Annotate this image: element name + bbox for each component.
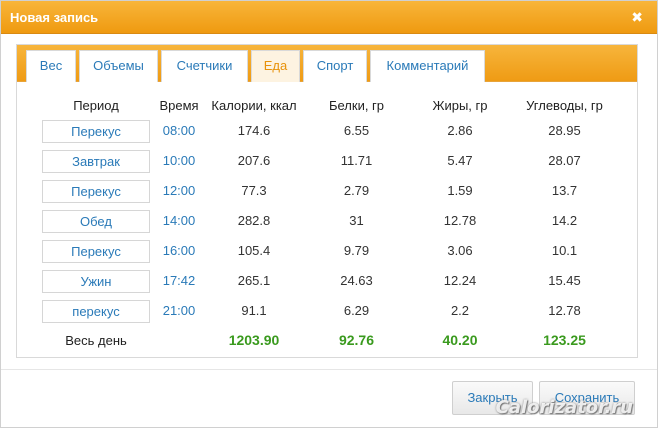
period-button[interactable]: Перекус [42, 120, 150, 143]
fat-value: 2.86 [447, 123, 473, 138]
save-button[interactable]: Сохранить [539, 381, 635, 415]
protein-value: 24.63 [340, 273, 373, 288]
total-calories: 1203.90 [228, 332, 280, 348]
entry-panel: Вес Объемы Счетчики Еда Спорт Комментари… [16, 44, 638, 358]
fat-value: 1.59 [447, 183, 473, 198]
calories-value: 174.6 [237, 123, 271, 138]
total-fat: 40.20 [442, 332, 478, 348]
calories-value: 282.8 [237, 213, 271, 228]
calories-value: 91.1 [241, 303, 267, 318]
tab-counters[interactable]: Счетчики [161, 50, 248, 83]
fat-value: 2.2 [450, 303, 470, 318]
period-button[interactable]: Перекус [42, 240, 150, 263]
close-icon[interactable]: ✖ [631, 9, 643, 25]
calories-value: 265.1 [237, 273, 271, 288]
header-carbs: Углеводы, гр [526, 98, 603, 113]
tab-food[interactable]: Еда [251, 50, 300, 83]
fat-value: 12.24 [443, 273, 477, 288]
time-value: 08:00 [162, 123, 196, 138]
header-period: Период [73, 98, 119, 113]
totals-label: Весь день [65, 333, 127, 348]
close-button[interactable]: Закрыть [452, 381, 533, 415]
calories-value: 77.3 [241, 183, 267, 198]
protein-value: 11.71 [340, 153, 373, 168]
carbs-value: 10.1 [551, 243, 578, 258]
period-button[interactable]: Обед [42, 210, 150, 233]
carbs-value: 28.95 [548, 123, 581, 138]
tab-bar: Вес Объемы Счетчики Еда Спорт Комментари… [17, 45, 637, 83]
time-value: 10:00 [162, 153, 196, 168]
carbs-value: 28.07 [548, 153, 581, 168]
carbs-value: 14.2 [551, 213, 578, 228]
protein-value: 31 [349, 213, 364, 228]
protein-value: 2.79 [343, 183, 370, 198]
header-protein: Белки, гр [328, 98, 385, 113]
time-value: 17:42 [162, 273, 196, 288]
time-value: 21:00 [162, 303, 196, 318]
tab-comment[interactable]: Комментарий [370, 50, 485, 83]
period-button[interactable]: Завтрак [42, 150, 150, 173]
carbs-value: 12.78 [548, 303, 581, 318]
header-fat: Жиры, гр [432, 98, 488, 113]
calories-value: 207.6 [237, 153, 271, 168]
tab-measurements[interactable]: Объемы [79, 50, 158, 83]
carbs-value: 15.45 [548, 273, 581, 288]
tab-weight[interactable]: Вес [26, 50, 76, 83]
new-entry-dialog: Новая запись ✖ Вес Объемы Счетчики Еда С… [0, 0, 658, 428]
period-button[interactable]: перекус [42, 300, 150, 323]
calories-value: 105.4 [237, 243, 271, 258]
fat-value: 3.06 [447, 243, 473, 258]
time-value: 14:00 [162, 213, 196, 228]
protein-value: 6.55 [343, 123, 370, 138]
time-value: 16:00 [162, 243, 196, 258]
header-time: Время [159, 98, 199, 113]
dialog-titlebar: Новая запись ✖ [1, 1, 657, 34]
time-value: 12:00 [162, 183, 196, 198]
food-table: Период Время Калории, ккал Белки, гр Жир… [17, 82, 637, 357]
period-button[interactable]: Ужин [42, 270, 150, 293]
fat-value: 12.78 [443, 213, 477, 228]
total-carbs: 123.25 [543, 332, 586, 348]
fat-value: 5.47 [447, 153, 473, 168]
dialog-title: Новая запись [10, 10, 99, 25]
header-calories: Калории, ккал [211, 98, 297, 113]
tab-sport[interactable]: Спорт [303, 50, 367, 83]
total-protein: 92.76 [338, 332, 375, 348]
carbs-value: 13.7 [551, 183, 578, 198]
protein-value: 6.29 [343, 303, 370, 318]
period-button[interactable]: Перекус [42, 180, 150, 203]
protein-value: 9.79 [343, 243, 370, 258]
footer-divider [1, 369, 657, 370]
